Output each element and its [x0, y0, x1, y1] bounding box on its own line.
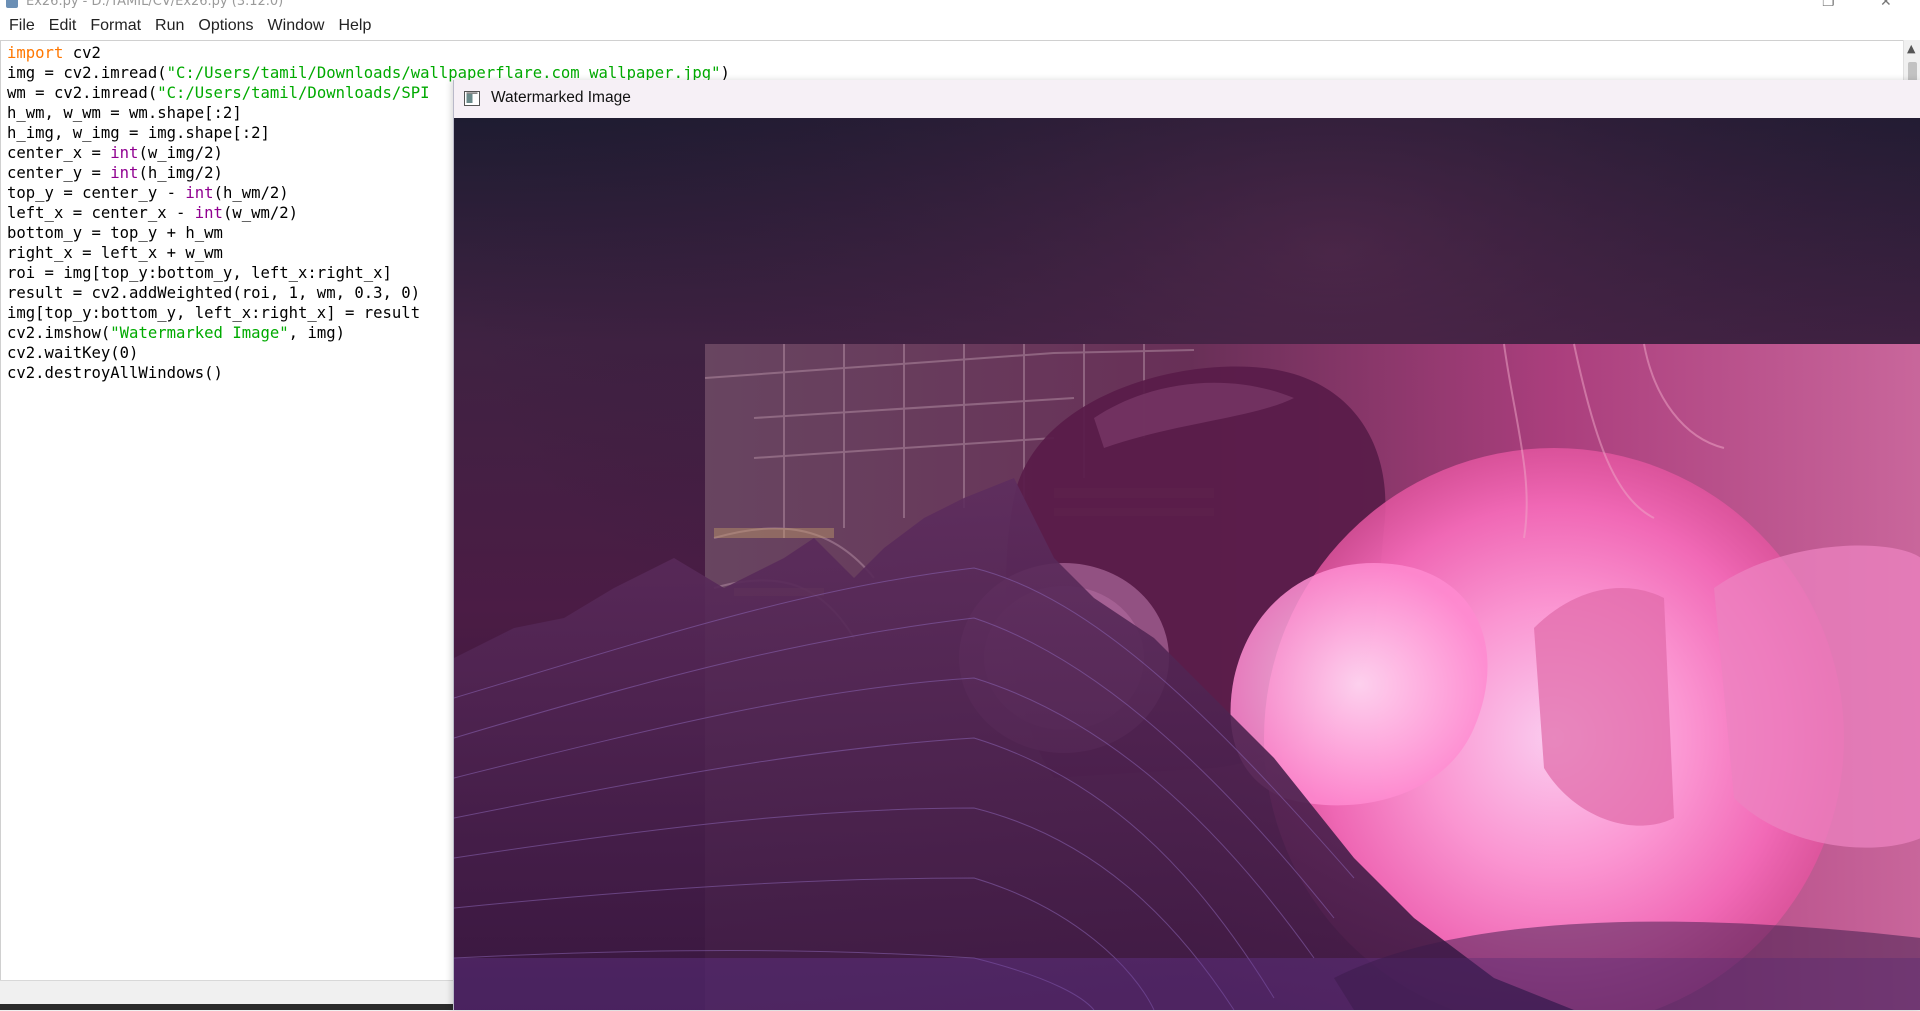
code-line[interactable]: center_x = int(w_img/2) [7, 144, 223, 162]
menu-format[interactable]: Format [83, 17, 148, 35]
menu-file[interactable]: File [2, 17, 42, 35]
code-line[interactable]: cv2.imshow("Watermarked Image", img) [7, 324, 345, 342]
menu-edit[interactable]: Edit [42, 17, 84, 35]
menu-window[interactable]: Window [261, 17, 332, 35]
image-window[interactable]: Watermarked Image [453, 80, 1920, 1010]
code-line[interactable]: h_wm, w_wm = wm.shape[:2] [7, 104, 242, 122]
python-file-icon [6, 0, 18, 8]
watermarked-image [454, 118, 1920, 1010]
editor-titlebar: Ex26.py - D:/TAMIL/CV/Ex26.py (3.12.0) ❐… [0, 0, 1920, 12]
code-line[interactable]: left_x = center_x - int(w_wm/2) [7, 204, 298, 222]
menu-options[interactable]: Options [191, 17, 260, 35]
code-line[interactable]: wm = cv2.imread("C:/Users/tamil/Download… [7, 84, 429, 102]
editor-window-title: Ex26.py - D:/TAMIL/CV/Ex26.py (3.12.0) [26, 0, 284, 9]
image-window-title: Watermarked Image [491, 89, 631, 106]
code-line[interactable]: right_x = left_x + w_wm [7, 244, 223, 262]
code-line[interactable]: cv2.destroyAllWindows() [7, 364, 223, 382]
scroll-up-arrow-icon[interactable]: ▲ [1907, 42, 1915, 55]
code-line[interactable]: top_y = center_y - int(h_wm/2) [7, 184, 289, 202]
code-line[interactable]: roi = img[top_y:bottom_y, left_x:right_x… [7, 264, 392, 282]
image-window-titlebar[interactable]: Watermarked Image [454, 80, 1920, 119]
restore-icon[interactable]: ❐ [1822, 0, 1835, 10]
menu-run[interactable]: Run [148, 17, 191, 35]
menu-help[interactable]: Help [331, 17, 378, 35]
close-icon[interactable]: ✕ [1880, 0, 1892, 10]
code-line[interactable]: h_img, w_img = img.shape[:2] [7, 124, 270, 142]
code-line[interactable]: bottom_y = top_y + h_wm [7, 224, 223, 242]
code-line[interactable]: result = cv2.addWeighted(roi, 1, wm, 0.3… [7, 284, 420, 302]
code-line[interactable]: cv2.waitKey(0) [7, 344, 138, 362]
menu-bar: File Edit Format Run Options Window Help [0, 12, 1920, 41]
window-app-icon [464, 91, 480, 106]
code-line[interactable]: img[top_y:bottom_y, left_x:right_x] = re… [7, 304, 420, 322]
code-line[interactable]: import cv2 [7, 44, 101, 62]
code-line[interactable]: center_y = int(h_img/2) [7, 164, 223, 182]
